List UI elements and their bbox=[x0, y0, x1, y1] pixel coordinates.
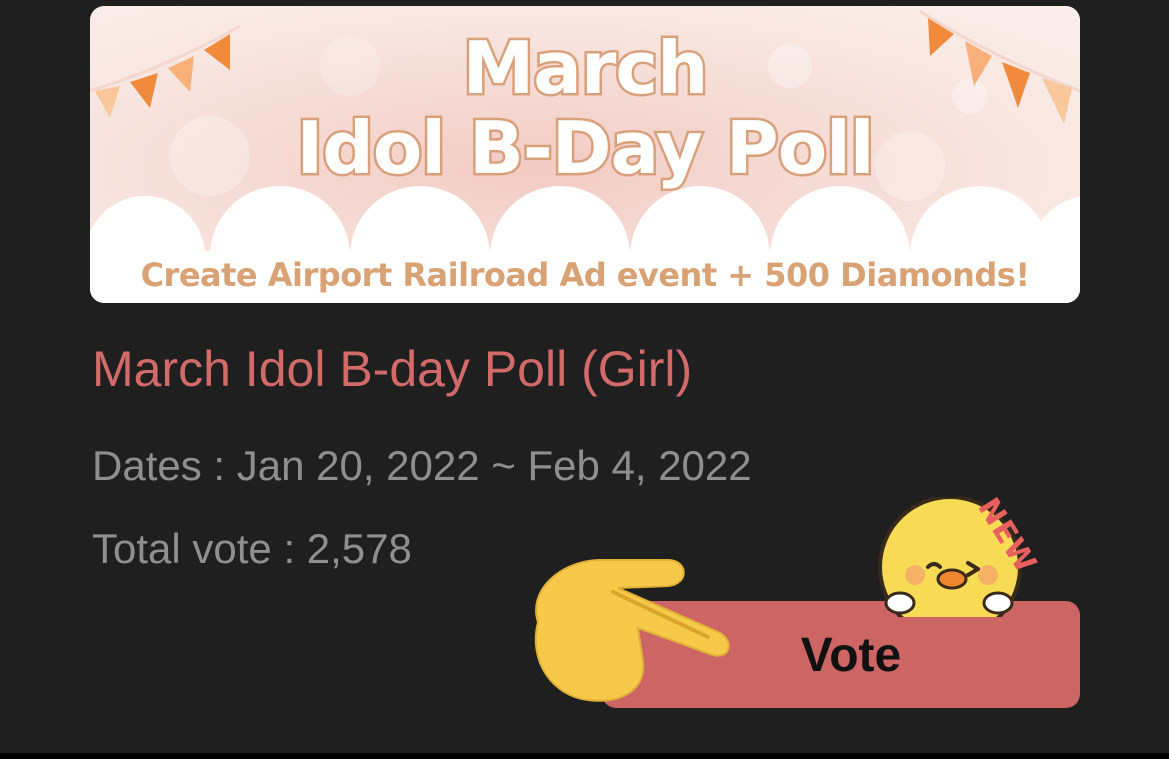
divider bbox=[0, 753, 1169, 759]
poll-banner[interactable]: March Idol B-Day Poll Create Airport Rai… bbox=[90, 6, 1080, 303]
banner-title-line2: Idol B-Day Poll bbox=[294, 104, 877, 193]
poll-title[interactable]: March Idol B-day Poll (Girl) bbox=[92, 340, 692, 398]
pointing-hand-icon bbox=[534, 559, 730, 702]
banner-title-line1: March bbox=[460, 24, 711, 113]
poll-card: March Idol B-Day Poll Create Airport Rai… bbox=[0, 0, 1169, 759]
poll-total-vote: Total vote : 2,578 bbox=[92, 525, 412, 572]
banner-subtitle: Create Airport Railroad Ad event + 500 D… bbox=[140, 256, 1030, 294]
poll-dates: Dates : Jan 20, 2022 ~ Feb 4, 2022 bbox=[92, 442, 752, 489]
